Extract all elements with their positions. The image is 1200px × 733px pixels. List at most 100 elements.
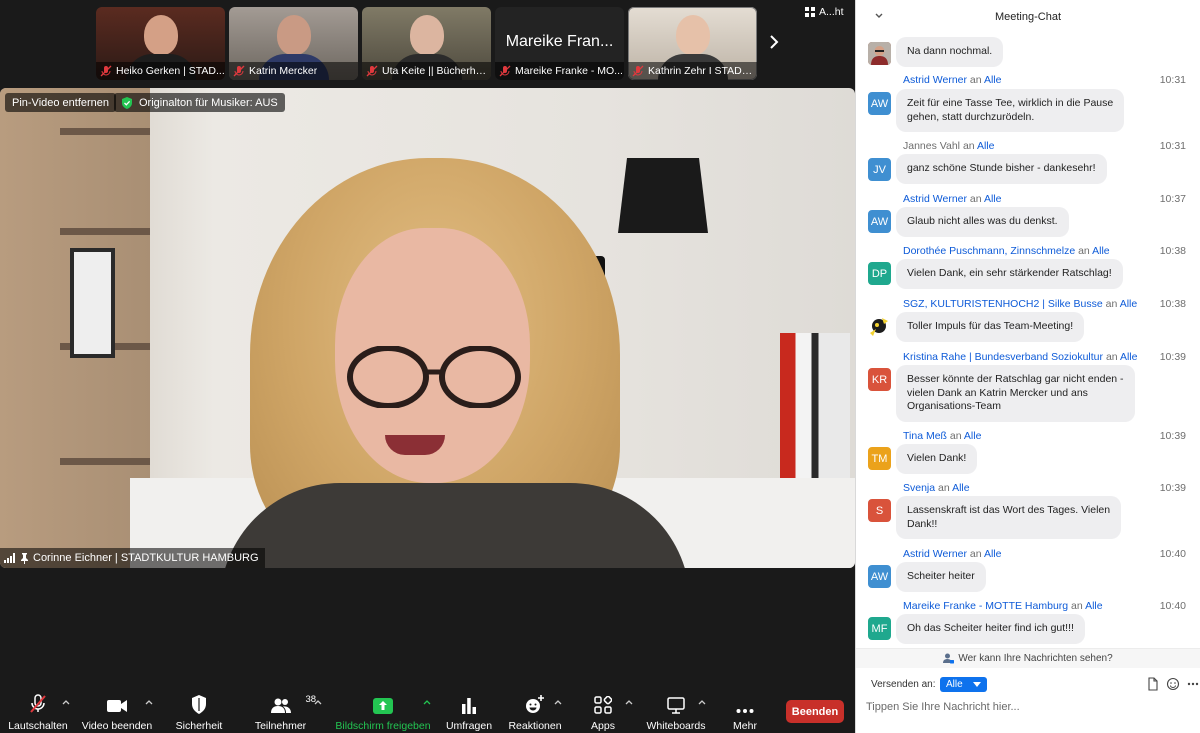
view-label[interactable]: A...ht <box>805 6 844 18</box>
message-recipient[interactable]: Alle <box>964 430 982 442</box>
share-screen-icon <box>373 698 393 714</box>
message-sender[interactable]: Dorothée Puschmann, Zinnschmelze <box>903 245 1075 257</box>
message-sender[interactable]: Astrid Werner <box>903 548 967 560</box>
avatar: AW <box>868 565 891 588</box>
muted-mic-icon <box>233 65 245 77</box>
message-time: 10:31 <box>1159 140 1186 152</box>
participant-thumbnail[interactable]: Katrin Mercker <box>229 7 358 80</box>
emoji-add-icon <box>526 695 544 713</box>
person-lock-icon <box>943 653 955 664</box>
message-bubble: Vielen Dank! <box>896 444 978 474</box>
apps-button[interactable]: Apps <box>585 694 621 732</box>
muted-mic-icon <box>499 65 511 77</box>
video-background-shelf <box>0 88 150 568</box>
participants-button[interactable]: 38 Teilnehmer <box>253 694 316 732</box>
participant-name: Mareike Franke - MO... <box>515 65 623 77</box>
whiteboard-icon <box>667 697 685 714</box>
avatar: MF <box>868 617 891 640</box>
message-time: 10:40 <box>1159 548 1186 560</box>
message-time: 10:39 <box>1159 351 1186 363</box>
original-sound-status[interactable]: Originalton für Musiker: AUS <box>114 93 285 112</box>
shield-check-icon <box>122 96 132 109</box>
message-sender[interactable]: Jannes Vahl <box>903 140 960 152</box>
message-recipient[interactable]: Alle <box>984 193 1002 205</box>
message-recipient[interactable]: Alle <box>1120 298 1138 310</box>
participant-name: Kathrin Zehr I STADK... <box>648 65 757 77</box>
bar-chart-icon <box>462 698 476 714</box>
apps-icon <box>594 696 612 714</box>
muted-mic-icon <box>366 65 378 77</box>
more-button[interactable]: Mehr <box>728 694 762 732</box>
message-recipient[interactable]: Alle <box>1120 351 1138 363</box>
chevron-up-icon[interactable] <box>422 698 432 706</box>
chevron-up-icon[interactable] <box>624 698 634 706</box>
polls-button[interactable]: Umfragen <box>445 694 493 732</box>
chevron-up-icon[interactable] <box>61 698 71 706</box>
message-sender[interactable]: Svenja <box>903 482 935 494</box>
message-recipient[interactable]: Alle <box>1085 600 1103 612</box>
avatar: KR <box>868 368 891 391</box>
speaker-name-bar: Corinne Eichner | STADTKULTUR HAMBURG <box>0 548 265 568</box>
message-bubble: ganz schöne Stunde bisher - dankesehr! <box>896 154 1107 184</box>
chevron-up-icon[interactable] <box>144 698 154 706</box>
participant-thumbnail[interactable]: Heiko Gerken | STAD... <box>96 7 225 80</box>
participant-thumbnail[interactable]: Kathrin Zehr I STADK... <box>628 7 757 80</box>
avatar: DP <box>868 262 891 285</box>
participant-thumbnail[interactable]: Uta Keite || Bücherhal... <box>362 7 491 80</box>
chat-title: Meeting-Chat <box>994 10 1062 23</box>
video-lamp <box>618 158 708 233</box>
chat-message-list[interactable]: Na dann nochmal. Astrid Werner an Alle 1… <box>856 33 1200 647</box>
message-bubble: Vielen Dank, ein sehr stärkender Ratschl… <box>896 259 1123 289</box>
chevron-up-icon[interactable] <box>313 698 323 706</box>
muted-mic-icon <box>30 694 46 713</box>
message-sender[interactable]: Tina Meß <box>903 430 947 442</box>
shield-icon <box>192 695 206 714</box>
message-sender[interactable]: Astrid Werner <box>903 193 967 205</box>
message-sender[interactable]: Kristina Rahe | Bundesverband Soziokultu… <box>903 351 1103 363</box>
chevron-down-icon[interactable] <box>874 12 884 20</box>
send-to-row: Versenden an: Alle <box>856 676 1200 694</box>
participants-icon <box>270 698 291 713</box>
message-bubble: Besser könnte der Ratschlag gar nicht en… <box>896 365 1135 422</box>
unmute-button[interactable]: Lautschalten <box>8 694 68 732</box>
message-bubble: Lassenskraft ist das Wort des Tages. Vie… <box>896 496 1122 539</box>
end-meeting-button[interactable]: Beenden <box>786 700 844 723</box>
chevron-up-icon[interactable] <box>697 698 707 706</box>
message-time: 10:38 <box>1159 298 1186 310</box>
message-recipient[interactable]: Alle <box>984 74 1002 86</box>
chevron-up-icon[interactable] <box>553 698 563 706</box>
unpin-video-button[interactable]: Pin-Video entfernen <box>5 93 117 112</box>
chat-header: Meeting-Chat <box>856 0 1200 33</box>
muted-mic-icon <box>632 65 644 77</box>
message-sender[interactable]: Astrid Werner <box>903 74 967 86</box>
message-recipient[interactable]: Alle <box>1092 245 1110 257</box>
recipient-dropdown[interactable]: Alle <box>940 677 987 692</box>
message-recipient[interactable]: Alle <box>952 482 970 494</box>
chat-message-input[interactable] <box>866 697 1186 717</box>
message-time: 10:38 <box>1159 245 1186 257</box>
chevron-right-icon[interactable] <box>764 30 784 54</box>
stop-video-button[interactable]: Video beenden <box>82 694 152 732</box>
ellipsis-icon <box>736 709 754 713</box>
emoji-icon[interactable] <box>1166 677 1180 691</box>
file-icon[interactable] <box>1146 677 1160 691</box>
main-speaker-video[interactable]: Pin-Video entfernen Originalton für Musi… <box>0 88 855 568</box>
more-options-icon[interactable] <box>1186 677 1200 691</box>
grid-view-icon <box>805 7 815 17</box>
message-sender[interactable]: SGZ, KULTURISTENHOCH2 | Silke Busse <box>903 298 1103 310</box>
message-recipient[interactable]: Alle <box>977 140 995 152</box>
meeting-area: Heiko Gerken | STAD... Katrin Mercker Ut… <box>0 0 855 733</box>
share-screen-button[interactable]: Bildschirm freigeben <box>334 694 432 732</box>
security-button[interactable]: Sicherheit <box>173 694 225 732</box>
meeting-chat-panel: Meeting-Chat Na dann nochmal. Astrid Wer… <box>855 0 1200 733</box>
message-bubble: Zeit für eine Tasse Tee, wirklich in die… <box>896 89 1125 132</box>
who-can-see-messages-link[interactable]: Wer kann Ihre Nachrichten sehen? <box>856 648 1200 668</box>
message-bubble: Glaub nicht alles was du denkst. <box>896 207 1069 237</box>
message-time: 10:31 <box>1159 74 1186 86</box>
speaker-sweater <box>220 483 690 568</box>
avatar: S <box>868 499 891 522</box>
message-recipient[interactable]: Alle <box>984 548 1002 560</box>
participant-thumbnail[interactable]: Mareike Fran... Mareike Franke - MO... <box>495 7 624 80</box>
message-sender[interactable]: Mareike Franke - MOTTE Hamburg <box>903 600 1068 612</box>
message-time: 10:37 <box>1159 193 1186 205</box>
